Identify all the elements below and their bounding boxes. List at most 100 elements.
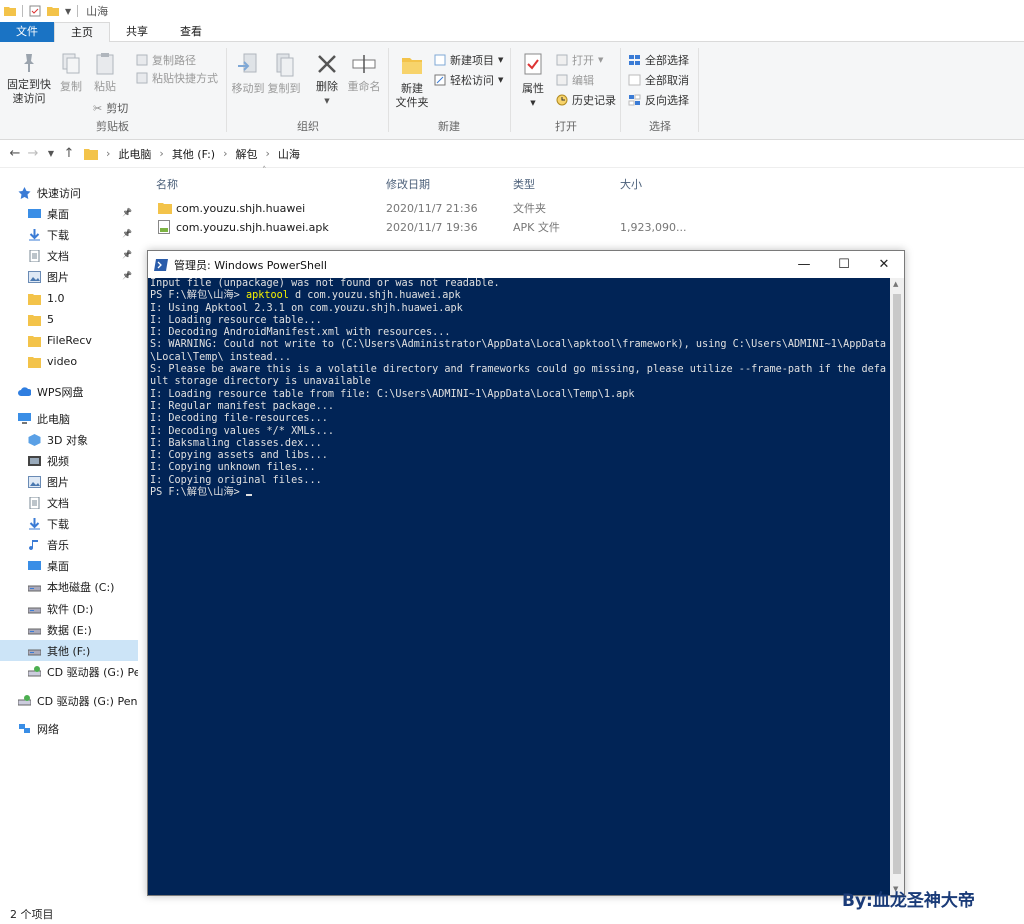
pin-quick-access-button[interactable]: 固定到快 速访问 bbox=[4, 52, 54, 106]
close-icon[interactable]: ✕ bbox=[864, 251, 904, 278]
sidebar-item[interactable]: 音乐 bbox=[0, 534, 138, 555]
move-to-button[interactable]: 移动到 bbox=[230, 52, 266, 96]
drive-icon bbox=[27, 603, 42, 615]
sidebar-item[interactable]: 视频 bbox=[0, 450, 138, 471]
pin-icon[interactable]: 📌 bbox=[122, 208, 132, 217]
delete-button[interactable]: 删除 ▼ bbox=[312, 52, 342, 108]
column-header-name[interactable]: 名称 bbox=[156, 176, 178, 191]
clipboard-group-label: 剪贴板 bbox=[96, 120, 129, 133]
sidebar-item[interactable]: 5 bbox=[0, 309, 138, 330]
scrollbar-thumb[interactable] bbox=[893, 294, 901, 874]
breadcrumb-item[interactable]: 解包 bbox=[235, 146, 257, 162]
paste-button[interactable]: 粘贴 bbox=[90, 52, 120, 94]
sidebar-item-label: 快速访问 bbox=[37, 186, 81, 200]
powershell-console[interactable]: Input file (unpackage) was not found or … bbox=[148, 278, 890, 895]
paste-shortcut-button[interactable]: 粘贴快捷方式 bbox=[136, 70, 218, 86]
sidebar-item[interactable]: 3D 对象 bbox=[0, 429, 138, 450]
tab-share[interactable]: 共享 bbox=[110, 22, 164, 42]
rename-button[interactable]: 重命名 bbox=[346, 52, 382, 94]
sidebar-item-label: 图片 bbox=[47, 270, 69, 284]
invert-selection-button[interactable]: 反向选择 bbox=[628, 92, 689, 108]
sidebar-item-label: WPS网盘 bbox=[37, 385, 84, 399]
sidebar-item-label: 其他 (F:) bbox=[47, 644, 91, 658]
sidebar-item[interactable]: 网络 bbox=[0, 718, 138, 739]
sidebar-item[interactable]: 文档 bbox=[0, 492, 138, 513]
chevron-down-icon[interactable]: ▼ bbox=[42, 149, 60, 158]
tab-home[interactable]: 主页 bbox=[54, 22, 110, 42]
copy-button[interactable]: 复制 bbox=[56, 52, 86, 94]
new-folder-button[interactable]: 新建 文件夹 bbox=[392, 52, 432, 110]
sidebar-item[interactable]: 图片 📌 bbox=[0, 266, 138, 287]
tab-view[interactable]: 查看 bbox=[164, 22, 218, 42]
cd-icon bbox=[27, 665, 42, 678]
powershell-window[interactable]: 管理员: Windows PowerShell — ☐ ✕ Input file… bbox=[147, 250, 905, 896]
sidebar-item[interactable]: CD 驱动器 (G:) Pen bbox=[0, 661, 138, 682]
easy-access-button[interactable]: 轻松访问 ▼ bbox=[434, 72, 503, 88]
powershell-title-bar[interactable]: 管理员: Windows PowerShell — ☐ ✕ bbox=[148, 251, 904, 278]
table-row[interactable]: com.youzu.shjh.huawei.apk 2020/11/7 19:3… bbox=[156, 218, 716, 236]
copy-to-button[interactable]: 复制到 bbox=[266, 52, 302, 96]
tab-file[interactable]: 文件 bbox=[0, 22, 54, 42]
paste-shortcut-label: 粘贴快捷方式 bbox=[152, 72, 218, 85]
sidebar-item[interactable]: 快速访问 bbox=[0, 182, 138, 203]
up-arrow-icon[interactable]: ↑ bbox=[60, 146, 78, 161]
open-button[interactable]: 打开 ▼ bbox=[556, 52, 603, 68]
new-folder-label: 新建 文件夹 bbox=[395, 82, 429, 109]
breadcrumb-item[interactable]: 此电脑 bbox=[118, 146, 151, 162]
sidebar-item[interactable]: CD 驱动器 (G:) Pen bbox=[0, 690, 138, 711]
column-header-type[interactable]: 类型 bbox=[513, 176, 535, 191]
sidebar-item[interactable]: 其他 (F:) bbox=[0, 640, 138, 661]
console-scrollbar[interactable]: ▲ ▼ bbox=[890, 278, 904, 895]
sidebar-item[interactable]: 文档 📌 bbox=[0, 245, 138, 266]
column-header-size[interactable]: 大小 bbox=[620, 176, 642, 191]
select-all-button[interactable]: 全部选择 bbox=[628, 52, 689, 68]
column-header-modified[interactable]: 修改日期 bbox=[386, 176, 430, 191]
breadcrumb-item[interactable]: 山海 bbox=[278, 146, 300, 162]
edit-button[interactable]: 编辑 bbox=[556, 72, 594, 88]
sidebar-item[interactable]: video bbox=[0, 351, 138, 372]
properties-button[interactable]: 属性 ▼ bbox=[518, 52, 548, 110]
clipboard-group: 固定到快 速访问 复制 粘贴 复制路径 粘贴快捷方式 ✂ 剪切 剪贴板 bbox=[0, 46, 225, 136]
forward-arrow-icon[interactable]: → bbox=[24, 146, 42, 161]
sidebar-item[interactable]: 此电脑 bbox=[0, 408, 138, 429]
paste-label: 粘贴 bbox=[94, 80, 116, 93]
copy-path-button[interactable]: 复制路径 bbox=[136, 52, 196, 68]
pin-icon[interactable]: 📌 bbox=[122, 271, 132, 280]
explorer-window: ▼ 山海 文件 主页 共享 查看 固定到快 速访问 复制 粘贴 复制路径 粘贴快… bbox=[0, 0, 1024, 924]
sidebar-item[interactable]: 软件 (D:) bbox=[0, 598, 138, 619]
select-none-icon bbox=[628, 74, 641, 86]
new-folder-icon[interactable] bbox=[47, 5, 59, 17]
breadcrumb-item[interactable]: 其他 (F:) bbox=[172, 146, 215, 162]
edit-icon bbox=[556, 74, 568, 86]
sidebar-item[interactable]: WPS网盘 bbox=[0, 381, 138, 402]
sidebar-item[interactable]: 下载 bbox=[0, 513, 138, 534]
sidebar-item[interactable]: 桌面 bbox=[0, 555, 138, 576]
scroll-up-icon[interactable]: ▲ bbox=[893, 280, 898, 288]
sidebar-item[interactable]: FileRecv bbox=[0, 330, 138, 351]
copy-path-icon bbox=[136, 54, 148, 66]
sidebar-item[interactable]: 桌面 📌 bbox=[0, 203, 138, 224]
file-size: 1,923,090... bbox=[620, 220, 687, 234]
chevron-down-icon[interactable]: ▼ bbox=[65, 7, 71, 16]
drive-icon bbox=[27, 645, 42, 657]
history-button[interactable]: 历史记录 bbox=[556, 92, 616, 108]
sidebar-item[interactable]: 数据 (E:) bbox=[0, 619, 138, 640]
select-none-button[interactable]: 全部取消 bbox=[628, 72, 689, 88]
new-item-button[interactable]: 新建项目 ▼ bbox=[434, 52, 503, 68]
properties-icon[interactable] bbox=[29, 5, 41, 17]
minimize-icon[interactable]: — bbox=[784, 251, 824, 278]
maximize-icon[interactable]: ☐ bbox=[824, 251, 864, 278]
sidebar-item[interactable]: 1.0 bbox=[0, 288, 138, 309]
history-label: 历史记录 bbox=[572, 94, 616, 107]
sidebar-item[interactable]: 下载 📌 bbox=[0, 224, 138, 245]
back-arrow-icon[interactable]: ← bbox=[6, 146, 24, 161]
sidebar-item[interactable]: 图片 bbox=[0, 471, 138, 492]
sidebar-item-label: 3D 对象 bbox=[47, 433, 88, 447]
sidebar-item[interactable]: 本地磁盘 (C:) bbox=[0, 576, 138, 597]
sidebar-item-label: 文档 bbox=[47, 496, 69, 510]
powershell-title: 管理员: Windows PowerShell bbox=[174, 258, 327, 272]
pin-icon[interactable]: 📌 bbox=[122, 250, 132, 259]
pin-icon[interactable]: 📌 bbox=[122, 229, 132, 238]
table-row[interactable]: com.youzu.shjh.huawei 2020/11/7 21:36 文件… bbox=[156, 199, 716, 217]
cut-button[interactable]: ✂ 剪切 bbox=[93, 100, 128, 116]
